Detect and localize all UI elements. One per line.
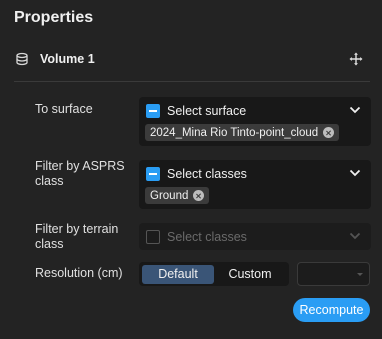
surface-select[interactable]: Select surface 2024_Mina Rio Tinto-point… bbox=[139, 97, 371, 146]
move-icon[interactable] bbox=[348, 51, 364, 67]
asprs-select-placeholder: Select classes bbox=[167, 167, 247, 181]
filter-asprs-label-line2: class bbox=[35, 174, 64, 188]
filter-asprs-label: Filter by ASPRS class bbox=[35, 159, 125, 189]
database-icon bbox=[14, 51, 30, 67]
recompute-button[interactable]: Recompute bbox=[293, 298, 370, 322]
terrain-class-select[interactable]: Select classes bbox=[139, 223, 371, 250]
filter-terrain-label: Filter by terrain class bbox=[35, 222, 118, 252]
resolution-value-input[interactable] bbox=[297, 262, 370, 286]
remove-chip-icon[interactable] bbox=[193, 190, 205, 201]
filter-asprs-label-line1: Filter by ASPRS bbox=[35, 159, 125, 173]
surface-chip: 2024_Mina Rio Tinto-point_cloud bbox=[145, 124, 340, 141]
filter-terrain-label-line2: class bbox=[35, 237, 64, 251]
volume-header[interactable]: Volume 1 bbox=[14, 48, 370, 70]
stepper-arrow-icon bbox=[357, 273, 363, 276]
terrain-select-placeholder: Select classes bbox=[167, 230, 247, 244]
surface-select-placeholder: Select surface bbox=[167, 104, 247, 118]
properties-panel: Properties Volume 1 To surface Select su… bbox=[0, 0, 382, 339]
resolution-default-option[interactable]: Default bbox=[142, 264, 214, 284]
select-all-asprs-checkbox[interactable] bbox=[146, 167, 160, 181]
to-surface-label: To surface bbox=[35, 102, 93, 116]
select-all-surfaces-checkbox[interactable] bbox=[146, 104, 160, 118]
volume-name: Volume 1 bbox=[40, 52, 95, 66]
chevron-down-icon[interactable] bbox=[349, 169, 361, 177]
remove-chip-icon[interactable] bbox=[323, 127, 335, 138]
filter-terrain-label-line1: Filter by terrain bbox=[35, 222, 119, 236]
panel-title: Properties bbox=[14, 9, 94, 26]
divider bbox=[14, 81, 370, 82]
asprs-chip: Ground bbox=[145, 187, 210, 204]
chevron-down-icon[interactable] bbox=[349, 106, 361, 114]
asprs-chip-label: Ground bbox=[150, 189, 189, 202]
surface-chip-label: 2024_Mina Rio Tinto-point_cloud bbox=[150, 126, 319, 139]
resolution-label: Resolution (cm) bbox=[35, 266, 123, 280]
select-all-terrain-checkbox[interactable] bbox=[146, 230, 160, 244]
asprs-class-select[interactable]: Select classes Ground bbox=[139, 160, 371, 209]
resolution-toggle: Default Custom bbox=[139, 262, 289, 286]
resolution-custom-option[interactable]: Custom bbox=[214, 265, 286, 284]
chevron-down-icon[interactable] bbox=[349, 232, 361, 240]
